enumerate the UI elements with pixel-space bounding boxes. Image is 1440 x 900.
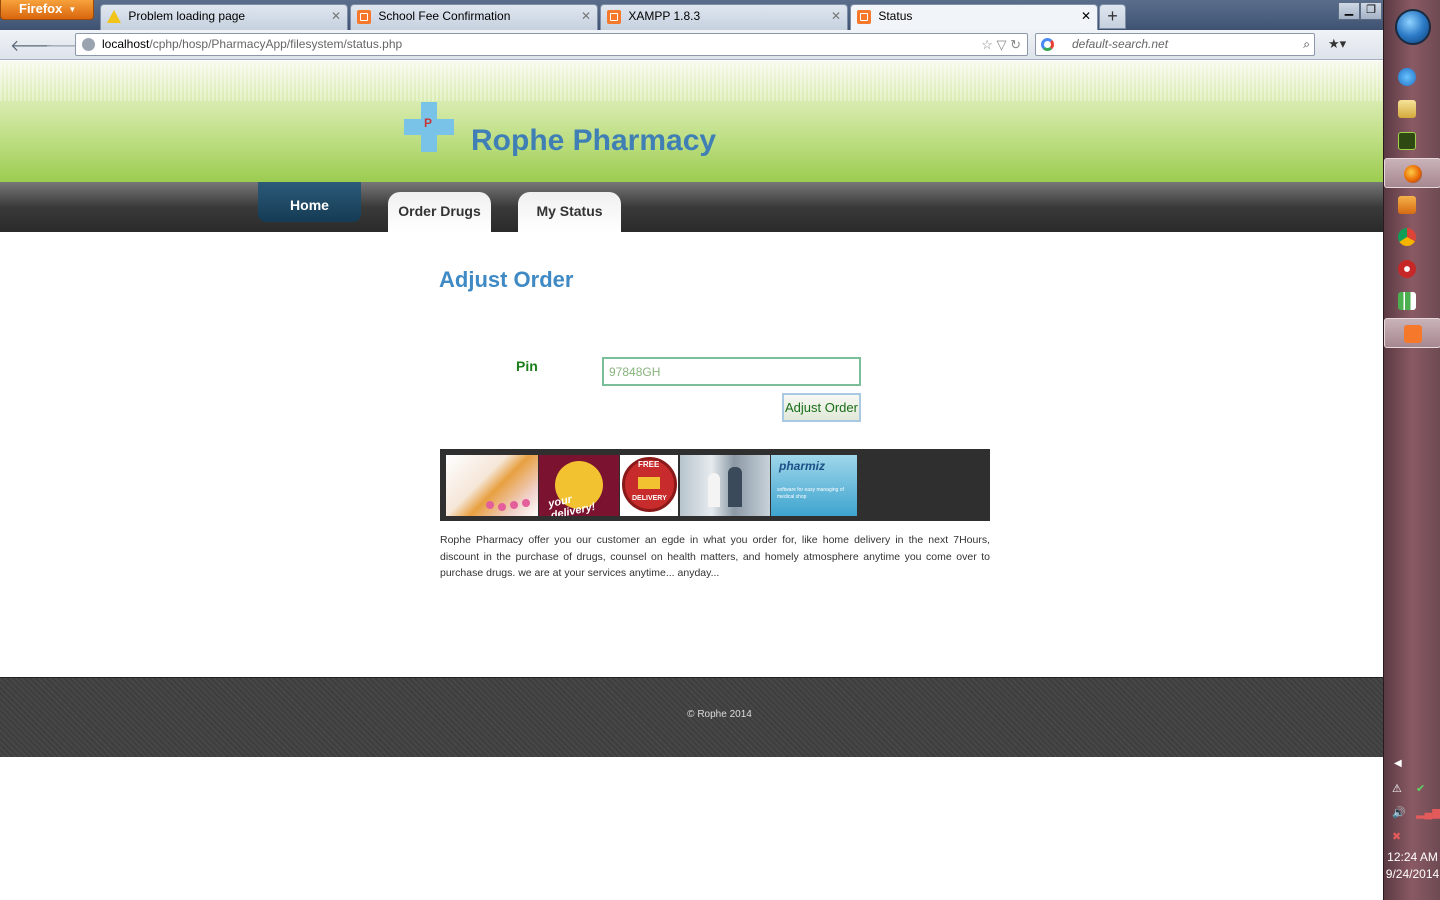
url-bar[interactable]: localhost/cphp/hosp/PharmacyApp/filesyst… — [75, 33, 1028, 56]
promo-banner: your delivery! FREE DELIVERY pharmiz sof… — [440, 449, 990, 521]
pharmiz-ad-image: pharmiz software for easy managing of me… — [771, 455, 857, 516]
firefox-menu-label: Firefox — [19, 1, 63, 16]
pharmiz-name: pharmiz — [779, 459, 826, 473]
firefox-taskbar-button[interactable] — [1384, 158, 1440, 188]
start-button[interactable] — [1395, 9, 1431, 45]
pin-label: Pin — [516, 358, 538, 374]
tab-school-fee[interactable]: School Fee Confirmation ✕ — [350, 4, 598, 30]
network-error-icon[interactable]: ✖ — [1392, 830, 1406, 844]
tab-title: School Fee Confirmation — [378, 9, 511, 23]
search-placeholder: default-search.net — [1072, 37, 1169, 51]
minimize-icon[interactable]: ▁ — [1338, 2, 1360, 20]
url-bar-icons: ☆ ▽ ↻ — [981, 34, 1021, 55]
dreamweaver-icon[interactable] — [1398, 132, 1416, 150]
warning-icon — [107, 10, 121, 24]
free-delivery-top-text: FREE — [638, 460, 660, 469]
browser-tab-bar: Firefox ▼ Problem loading page ✕ School F… — [0, 0, 1383, 31]
star-icon[interactable]: ☆ — [981, 37, 993, 52]
globe-icon — [82, 38, 95, 51]
new-tab-button[interactable]: + — [1099, 4, 1126, 29]
close-icon[interactable]: ✕ — [1081, 5, 1091, 27]
clock-date[interactable]: 9/24/2014 — [1384, 867, 1440, 881]
pharmacy-cross-logo: P — [404, 102, 454, 152]
web-page: P Rophe Pharmacy Home Order Drugs My Sta… — [0, 61, 1383, 900]
xampp-icon — [357, 9, 371, 24]
xampp-taskbar-button[interactable] — [1384, 318, 1440, 348]
chart-app-icon[interactable] — [1398, 292, 1416, 310]
security-icon[interactable]: ✔ — [1416, 782, 1430, 796]
pharmacist-photo — [680, 455, 770, 516]
restore-icon[interactable]: ❐ — [1360, 2, 1382, 20]
search-icon[interactable]: ⌕ — [1303, 34, 1310, 55]
tab-title: Problem loading page — [128, 9, 246, 23]
tab-problem-loading[interactable]: Problem loading page ✕ — [100, 4, 348, 30]
pharmiz-tagline: software for easy managing of medical sh… — [777, 487, 844, 500]
tab-xampp[interactable]: XAMPP 1.8.3 ✕ — [600, 4, 848, 30]
history-dropdown-icon[interactable]: ▽ — [996, 37, 1006, 52]
windows-taskbar: ◀ ⚠ ✔ 🔊 ▂▄▆ ✖ 12:24 AM 9/24/2014 — [1383, 0, 1440, 900]
nav-home[interactable]: Home — [258, 182, 361, 222]
tab-status[interactable]: Status ✕ — [850, 4, 1098, 31]
pharmacy-description: Rophe Pharmacy offer you our customer an… — [440, 534, 990, 579]
xampp-icon — [607, 9, 621, 24]
firefox-menu-button[interactable]: Firefox ▼ — [0, 0, 94, 20]
app-red-icon[interactable] — [1398, 260, 1416, 278]
window-controls: ▁ ❐ — [1338, 0, 1382, 20]
logo-letter: P — [424, 116, 433, 130]
pin-input[interactable] — [602, 357, 861, 386]
close-icon[interactable]: ✕ — [331, 5, 341, 27]
media-player-icon[interactable] — [1398, 196, 1416, 214]
xampp-icon — [857, 9, 871, 24]
search-bar[interactable]: default-search.net ⌕ — [1035, 33, 1315, 56]
truck-icon — [638, 477, 660, 489]
free-delivery-bottom-text: DELIVERY — [632, 495, 667, 502]
footer-copyright: © Rophe 2014 — [687, 709, 752, 720]
url-path: /cphp/hosp/PharmacyApp/filesystem/status… — [149, 37, 403, 51]
action-center-icon[interactable]: ⚠ — [1392, 782, 1406, 796]
network-icon[interactable]: ▂▄▆ — [1416, 806, 1440, 820]
internet-explorer-icon[interactable] — [1398, 68, 1416, 86]
clock-time[interactable]: 12:24 AM — [1384, 850, 1440, 864]
pill-bottles-image — [446, 455, 538, 516]
main-nav: Home Order Drugs My Status — [0, 182, 1383, 232]
nav-order-drugs[interactable]: Order Drugs — [388, 192, 491, 232]
site-title: Rophe Pharmacy — [471, 124, 717, 157]
file-explorer-icon[interactable] — [1398, 100, 1416, 118]
tab-title: XAMPP 1.8.3 — [628, 9, 701, 23]
url-host: localhost — [102, 37, 150, 51]
search-engine-icon[interactable] — [1041, 38, 1054, 51]
firefox-icon — [1404, 165, 1422, 183]
browser-nav-bar: 🡐 🡒 localhost/cphp/hosp/PharmacyApp/file… — [0, 30, 1383, 60]
site-header: P Rophe Pharmacy — [0, 61, 1383, 182]
nav-my-status[interactable]: My Status — [518, 192, 621, 232]
tab-title: Status — [878, 9, 913, 23]
your-delivery-image: your delivery! — [539, 455, 619, 516]
close-icon[interactable]: ✕ — [831, 5, 841, 27]
close-icon[interactable]: ✕ — [581, 5, 591, 27]
xampp-icon — [1404, 325, 1422, 343]
adjust-order-button[interactable]: Adjust Order — [782, 393, 861, 422]
volume-icon[interactable]: 🔊 — [1392, 806, 1406, 820]
reload-icon[interactable]: ↻ — [1010, 37, 1021, 52]
free-delivery-badge-image: FREE DELIVERY — [620, 455, 678, 516]
tray-expand-icon[interactable]: ◀ — [1394, 758, 1402, 769]
bookmarks-menu-icon[interactable]: ★▾ — [1328, 36, 1346, 52]
chrome-icon[interactable] — [1398, 228, 1416, 246]
chevron-down-icon: ▼ — [68, 4, 77, 14]
page-title: Adjust Order — [439, 267, 574, 292]
